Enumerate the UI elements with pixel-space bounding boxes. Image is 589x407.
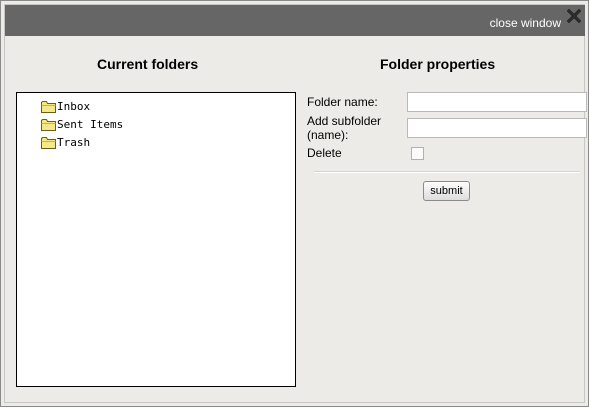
folder-label: Sent Items xyxy=(57,117,124,131)
add-subfolder-label-line2: (name): xyxy=(307,128,349,142)
dialog-titlebar: close window xyxy=(5,5,585,36)
form-divider xyxy=(314,171,580,173)
add-subfolder-label-line1: Add subfolder xyxy=(307,114,382,128)
folder-item-inbox[interactable]: Inbox xyxy=(41,98,90,114)
delete-label: Delete xyxy=(307,146,342,160)
folder-icon xyxy=(41,100,56,113)
folder-properties-heading: Folder properties xyxy=(380,56,496,72)
delete-checkbox[interactable] xyxy=(411,147,424,160)
folder-icon xyxy=(41,136,56,149)
add-subfolder-input[interactable] xyxy=(407,118,587,138)
submit-button[interactable]: submit xyxy=(423,181,470,201)
folder-label: Inbox xyxy=(57,99,91,113)
folder-icon xyxy=(41,118,56,131)
close-window-link[interactable]: close window xyxy=(490,16,561,30)
folder-item-trash[interactable]: Trash xyxy=(41,134,90,150)
folder-item-sent-items[interactable]: Sent Items xyxy=(41,116,123,132)
folder-label: Trash xyxy=(57,135,91,149)
current-folders-heading: Current folders xyxy=(97,56,199,72)
folder-dialog: close window Current folders Folder prop… xyxy=(0,0,589,407)
close-x-icon[interactable] xyxy=(566,8,582,24)
folder-name-input[interactable] xyxy=(407,92,587,112)
folder-tree[interactable]: Inbox Sent Items Trash xyxy=(16,92,296,387)
folder-name-label: Folder name: xyxy=(307,95,378,109)
